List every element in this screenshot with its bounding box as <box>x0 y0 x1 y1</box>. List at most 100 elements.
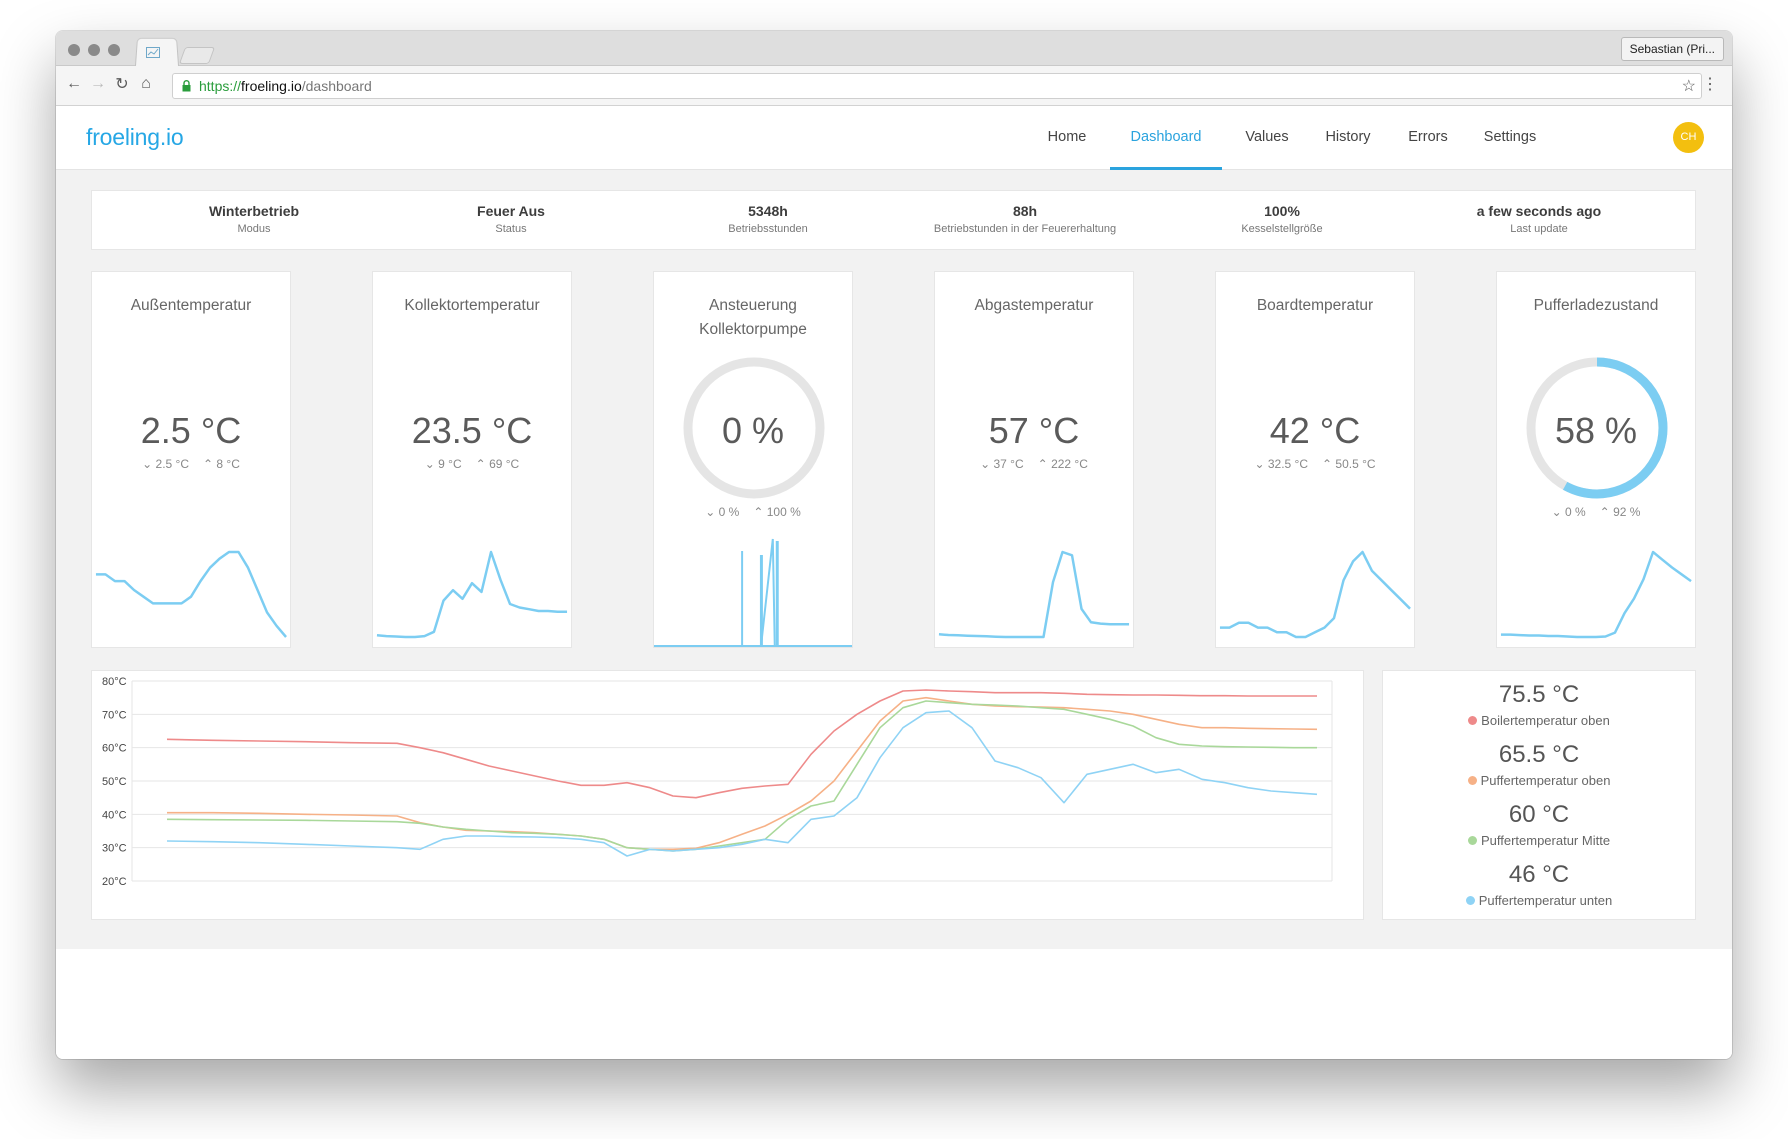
status-label: Betriebsstunden <box>728 223 808 235</box>
tile-max: 50.5 °C <box>1335 457 1376 471</box>
y-tick-label: 40°C <box>102 809 127 821</box>
tile-minmax: ⌄ 0 % ⌃ 92 % <box>1497 505 1695 519</box>
tile-max: 100 % <box>766 505 801 519</box>
status-value: 88h <box>1012 203 1038 219</box>
page-footer-space <box>56 949 1732 1059</box>
legend-label: Puffertemperatur Mitte <box>1480 833 1611 848</box>
tile-value: 23.5 °C <box>411 410 533 451</box>
status-value: a few seconds ago <box>1476 203 1602 219</box>
tile-min: 0 % <box>718 505 740 519</box>
max-chevron-icon: ⌃ <box>1599 505 1610 519</box>
close-window-button[interactable] <box>68 44 80 56</box>
tile-outside-temp[interactable]: Außentemperatur 2.5 °C ⌄ 2.5 °C ⌃ 8 °C <box>91 271 291 648</box>
tile-min: 32.5 °C <box>1267 457 1308 471</box>
user-avatar[interactable]: CH <box>1673 122 1704 153</box>
tile-title: Boardtemperatur <box>1256 297 1374 314</box>
tile-collector-pump[interactable]: Ansteuerung Kollektorpumpe 0 % ⌄ 0 % ⌃ 10… <box>653 271 853 648</box>
app-logo[interactable]: froeling.io <box>86 124 184 151</box>
legend-label: Puffertemperatur oben <box>1480 773 1611 788</box>
tile-exhaust-temp[interactable]: Abgastemperatur 57 °C ⌄ 37 °C ⌃ 222 °C <box>934 271 1134 648</box>
new-tab-button[interactable] <box>178 47 216 64</box>
tile-collector-temp[interactable]: Kollektortemperatur 23.5 °C ⌄ 9 °C ⌃ 69 °… <box>372 271 572 648</box>
minimize-window-button[interactable] <box>88 44 100 56</box>
series-dot <box>1465 896 1475 905</box>
sparkline <box>1500 550 1692 639</box>
temperature-chart: 80°C 70°C 60°C 50°C 40°C 30°C 20°C <box>91 670 1364 920</box>
tile-max: 8 °C <box>216 457 240 471</box>
status-value: Feuer Aus <box>477 203 545 219</box>
sparkline-path <box>1219 550 1411 639</box>
tile-buffer-charge[interactable]: Pufferladezustand 58 % ⌄ 0 % ⌃ 92 % <box>1496 271 1696 648</box>
tile-min: 0 % <box>1564 505 1586 519</box>
tile-minmax: ⌄ 32.5 °C ⌃ 50.5 °C <box>1216 457 1414 471</box>
tile-value: 58 % <box>1554 410 1638 451</box>
browser-menu-icon[interactable]: ⋮ <box>1702 74 1718 94</box>
status-mode: Winterbetrieb Modus <box>134 203 374 235</box>
sparkline-path <box>938 550 1130 639</box>
status-label: Status <box>495 223 527 235</box>
status-hours: 5348h Betriebsstunden <box>648 203 888 235</box>
status-last-update: a few seconds ago Last update <box>1419 203 1659 235</box>
lock-icon <box>182 80 191 92</box>
forward-arrow-icon[interactable]: → <box>88 74 108 94</box>
y-tick-label: 20°C <box>102 876 127 888</box>
status-label: Betriebstunden in der Feuererhaltung <box>933 223 1117 235</box>
pump-spikes <box>654 538 852 647</box>
status-value: 100% <box>1264 203 1300 219</box>
tile-max: 69 °C <box>489 457 520 471</box>
y-tick-label: 80°C <box>102 676 127 688</box>
tile-min: 2.5 °C <box>155 457 189 471</box>
legend-value: 60 °C <box>1508 801 1570 828</box>
tile-value: 2.5 °C <box>140 410 242 451</box>
nav-dashboard[interactable]: Dashboard <box>1110 106 1222 170</box>
reload-icon[interactable]: ↻ <box>112 74 132 94</box>
tile-value: 0 % <box>721 410 785 451</box>
nav-settings[interactable]: Settings <box>1468 106 1552 170</box>
tile-max: 92 % <box>1613 505 1641 519</box>
status-value: Winterbetrieb <box>208 203 300 219</box>
maximize-window-button[interactable] <box>108 44 120 56</box>
chart-favicon-icon <box>146 47 160 58</box>
sparkline-path <box>376 550 568 639</box>
legend-item: Puffertemperatur Mitte <box>1383 833 1695 848</box>
y-tick-label: 50°C <box>102 776 127 788</box>
nav-values[interactable]: Values <box>1227 106 1307 170</box>
browser-window: Sebastian (Pri... ← → ↻ ⌂ https://froeli… <box>56 31 1732 1059</box>
tile-value: 57 °C <box>988 410 1080 451</box>
legend-label: Boilertemperatur oben <box>1481 713 1610 728</box>
home-icon[interactable]: ⌂ <box>136 74 156 94</box>
min-chevron-icon: ⌄ <box>142 457 153 471</box>
chart-legend: 75.5 °C Boilertemperatur oben 65.5 °C Pu… <box>1382 670 1696 920</box>
sparkline <box>95 550 287 638</box>
status-strip: Winterbetrieb Modus Feuer Aus Status 5348h… <box>91 190 1696 250</box>
status-label: Modus <box>237 223 271 235</box>
sparkline <box>1219 550 1411 639</box>
tile-minmax: ⌄ 2.5 °C ⌃ 8 °C <box>92 457 290 471</box>
series-dot <box>1467 836 1477 845</box>
sparkline <box>938 550 1130 639</box>
status-value: 5348h <box>748 203 788 219</box>
page: froeling.io Home Dashboard Values Histor… <box>56 106 1732 1059</box>
status-state: Feuer Aus Status <box>391 203 631 235</box>
nav-home[interactable]: Home <box>1034 106 1100 170</box>
nav-history[interactable]: History <box>1310 106 1386 170</box>
back-arrow-icon[interactable]: ← <box>64 74 84 94</box>
browser-toolbar: ← → ↻ ⌂ https://froeling.io/dashboard ☆ … <box>56 66 1732 106</box>
tile-title: Kollektortemperatur <box>404 297 540 314</box>
tile-board-temp[interactable]: Boardtemperatur 42 °C ⌄ 32.5 °C ⌃ 50.5 °C <box>1215 271 1415 648</box>
bookmark-star-icon[interactable]: ☆ <box>1682 75 1696 99</box>
profile-button[interactable]: Sebastian (Pri... <box>1620 37 1724 61</box>
tile-title: Pufferladezustand <box>1533 297 1659 314</box>
status-hours-keepfire: 88h Betriebstunden in der Feuererhaltung <box>905 203 1145 235</box>
status-boiler-setting: 100% Kesselstellgröße <box>1162 203 1402 235</box>
address-bar[interactable]: https://froeling.io/dashboard ☆ <box>172 73 1702 99</box>
line-chart: 80°C 70°C 60°C 50°C 40°C 30°C 20°C <box>102 676 1333 888</box>
min-chevron-icon: ⌄ <box>424 457 435 471</box>
series-dot <box>1468 716 1478 725</box>
legend-value: 75.5 °C <box>1498 681 1580 708</box>
sparkline-path <box>1500 550 1692 639</box>
legend-item: Puffertemperatur unten <box>1383 893 1695 908</box>
nav-errors[interactable]: Errors <box>1392 106 1464 170</box>
url-scheme: https:// <box>199 78 242 94</box>
y-tick-label: 30°C <box>102 843 127 855</box>
